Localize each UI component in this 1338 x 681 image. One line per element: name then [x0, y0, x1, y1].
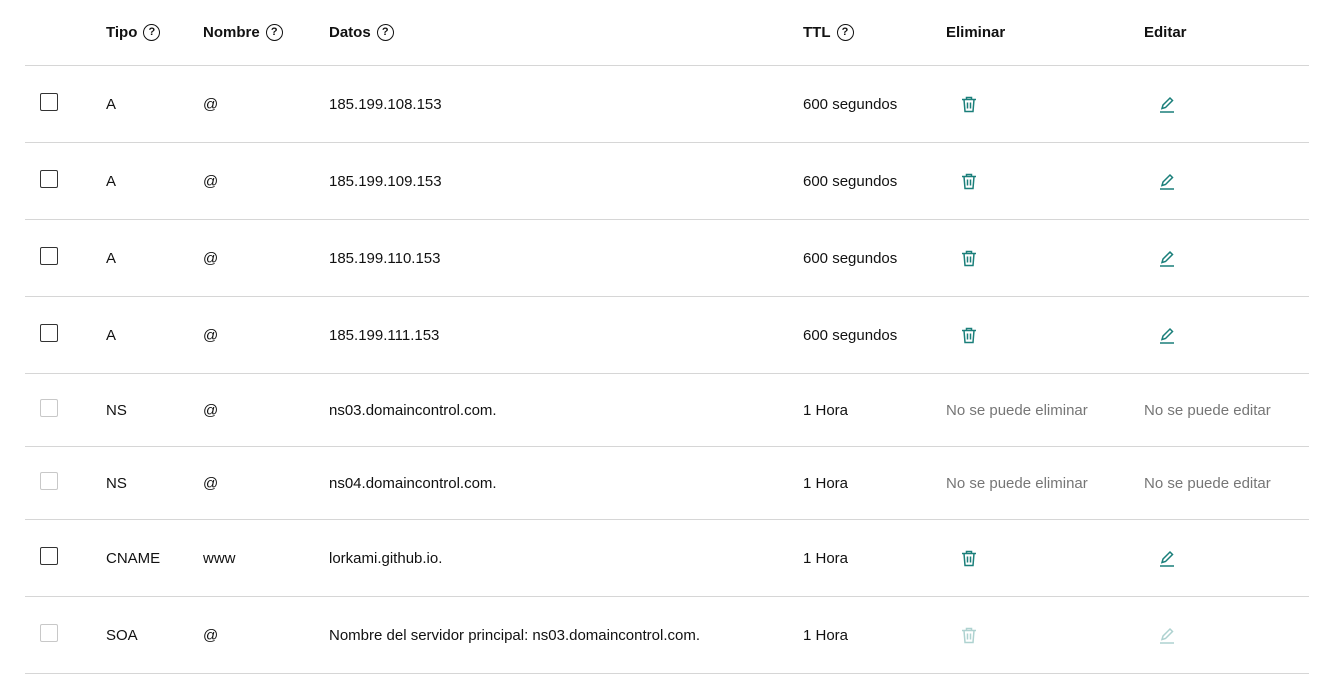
record-ttl: 600 segundos	[803, 95, 898, 113]
trash-icon[interactable]	[959, 94, 979, 114]
table-row: A @ 185.199.110.153 600 segundos	[25, 220, 1309, 297]
record-ttl: 1 Hora	[803, 626, 849, 644]
trash-icon[interactable]	[959, 325, 979, 345]
record-name: www	[203, 549, 236, 567]
record-data: lorkami.github.io.	[329, 549, 443, 567]
table-row: A @ 185.199.108.153 600 segundos	[25, 66, 1309, 143]
record-data: ns04.domaincontrol.com.	[329, 474, 497, 492]
table-row: A @ 185.199.109.153 600 segundos	[25, 143, 1309, 220]
record-name: @	[203, 626, 219, 644]
record-type: A	[106, 95, 117, 113]
pencil-icon[interactable]	[1157, 548, 1177, 568]
cannot-delete-text: No se puede eliminar	[946, 474, 1088, 492]
header-ttl: TTL ?	[803, 0, 854, 65]
record-data: 185.199.111.153	[329, 326, 440, 344]
ttl-help-icon[interactable]: ?	[836, 24, 854, 41]
record-data: 185.199.109.153	[329, 172, 442, 190]
header-name-label: Nombre	[203, 24, 260, 41]
pencil-icon[interactable]	[1157, 248, 1177, 268]
record-type: SOA	[106, 626, 138, 644]
record-ttl: 1 Hora	[803, 401, 849, 419]
table-header: Tipo ? Nombre ? Datos ? TTL ? Eliminar E…	[25, 0, 1309, 66]
record-name: @	[203, 95, 219, 113]
record-type: A	[106, 249, 117, 267]
row-checkbox[interactable]	[40, 547, 58, 565]
header-delete: Eliminar	[946, 0, 1005, 65]
row-checkbox[interactable]	[40, 170, 58, 188]
row-checkbox[interactable]	[40, 247, 58, 265]
row-checkbox[interactable]	[40, 324, 58, 342]
header-type: Tipo ?	[106, 0, 161, 65]
trash-icon[interactable]	[959, 548, 979, 568]
record-name: @	[203, 326, 219, 344]
record-data: 185.199.108.153	[329, 95, 442, 113]
row-checkbox	[40, 624, 58, 642]
cannot-edit-text: No se puede editar	[1144, 474, 1271, 492]
data-help-icon[interactable]: ?	[376, 24, 394, 41]
table-row: NS @ ns04.domaincontrol.com. 1 Hora No s…	[25, 447, 1309, 520]
pencil-icon[interactable]	[1157, 325, 1177, 345]
dns-records-table: Tipo ? Nombre ? Datos ? TTL ? Eliminar E…	[25, 0, 1309, 674]
record-data: 185.199.110.153	[329, 249, 441, 267]
table-row: CNAME www lorkami.github.io. 1 Hora	[25, 520, 1309, 597]
record-type: NS	[106, 474, 127, 492]
trash-icon[interactable]	[959, 248, 979, 268]
record-name: @	[203, 249, 219, 267]
record-data: ns03.domaincontrol.com.	[329, 401, 497, 419]
header-data-label: Datos	[329, 24, 371, 41]
row-checkbox	[40, 472, 58, 490]
table-row: A @ 185.199.111.153 600 segundos	[25, 297, 1309, 374]
record-ttl: 600 segundos	[803, 172, 898, 190]
trash-icon	[959, 625, 979, 645]
record-ttl: 600 segundos	[803, 326, 898, 344]
header-edit: Editar	[1144, 0, 1187, 65]
record-ttl: 1 Hora	[803, 474, 849, 492]
header-edit-label: Editar	[1144, 24, 1187, 41]
record-type: A	[106, 326, 117, 344]
record-type: A	[106, 172, 117, 190]
row-checkbox	[40, 399, 58, 417]
row-checkbox[interactable]	[40, 93, 58, 111]
header-data: Datos ?	[329, 0, 394, 65]
record-name: @	[203, 401, 219, 419]
record-type: CNAME	[106, 549, 161, 567]
header-type-label: Tipo	[106, 24, 138, 41]
cannot-delete-text: No se puede eliminar	[946, 401, 1088, 419]
record-name: @	[203, 172, 219, 190]
table-row: SOA @ Nombre del servidor principal: ns0…	[25, 597, 1309, 674]
record-ttl: 600 segundos	[803, 249, 898, 267]
record-ttl: 1 Hora	[803, 549, 849, 567]
header-delete-label: Eliminar	[946, 24, 1006, 41]
name-help-icon[interactable]: ?	[265, 24, 283, 41]
record-name: @	[203, 474, 219, 492]
header-ttl-label: TTL	[803, 24, 831, 41]
table-row: NS @ ns03.domaincontrol.com. 1 Hora No s…	[25, 374, 1309, 447]
pencil-icon[interactable]	[1157, 171, 1177, 191]
pencil-icon[interactable]	[1157, 94, 1177, 114]
trash-icon[interactable]	[959, 171, 979, 191]
cannot-edit-text: No se puede editar	[1144, 401, 1271, 419]
record-data: Nombre del servidor principal: ns03.doma…	[329, 626, 701, 644]
record-type: NS	[106, 401, 127, 419]
header-name: Nombre ?	[203, 0, 283, 65]
pencil-icon	[1157, 625, 1177, 645]
type-help-icon[interactable]: ?	[143, 24, 161, 41]
